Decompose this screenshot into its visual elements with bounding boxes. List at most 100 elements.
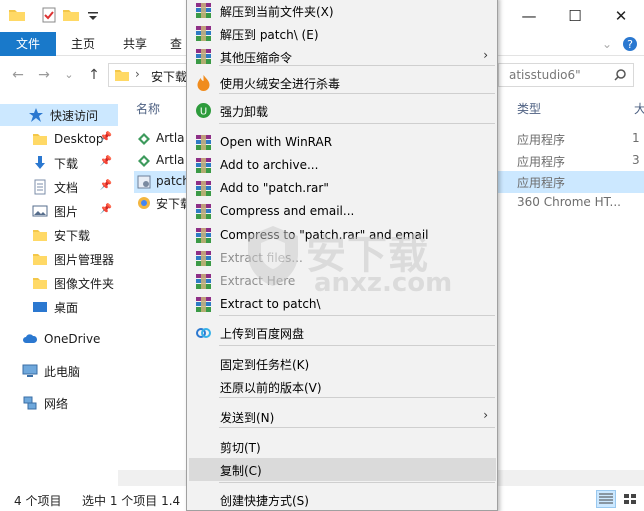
column-header-size[interactable]: 大 — [634, 100, 644, 117]
customize-dropdown-icon[interactable] — [84, 6, 102, 24]
huorong-icon — [195, 74, 212, 91]
close-button[interactable]: ✕ — [598, 0, 644, 32]
winrar-icon — [195, 296, 212, 313]
network-icon — [23, 396, 37, 410]
tab-home[interactable]: 主页 — [60, 32, 106, 56]
column-header-type[interactable]: 类型 — [517, 100, 541, 117]
item-count: 4 个项目 — [14, 494, 62, 508]
path-separator: › — [135, 67, 140, 81]
pin-icon: 📌 — [99, 180, 112, 191]
menu-item[interactable]: 解压到 patch\ (E) — [189, 22, 496, 45]
minimize-button[interactable]: — — [506, 0, 552, 32]
winrar-icon — [195, 250, 212, 267]
properties-icon[interactable] — [40, 6, 58, 24]
nav-label: 快速访问 — [50, 108, 99, 123]
details-view-button[interactable] — [596, 490, 616, 508]
menu-item[interactable]: 上传到百度网盘 — [189, 321, 496, 344]
menu-item[interactable]: Compress and email... — [189, 200, 496, 223]
maximize-button[interactable]: ☐ — [552, 0, 598, 32]
menu-item-label: Extract files... — [220, 251, 303, 265]
winrar-icon — [195, 25, 212, 42]
menu-item[interactable]: 其他压缩命令 › — [189, 45, 496, 68]
help-icon[interactable]: ? — [620, 32, 640, 56]
new-folder-icon[interactable] — [62, 6, 80, 24]
menu-item-label: 创建快捷方式(S) — [220, 494, 309, 508]
nav-downloads[interactable]: 下载 📌 — [0, 152, 118, 174]
menu-item[interactable]: Add to "patch.rar" — [189, 177, 496, 200]
up-button[interactable]: ↑ — [84, 65, 104, 85]
nav-documents[interactable]: 文档 📌 — [0, 176, 118, 198]
nav-onedrive[interactable]: OneDrive — [0, 328, 118, 350]
back-button[interactable]: ← — [8, 65, 28, 85]
nav-folder-anxiazai[interactable]: 安下载 — [0, 224, 118, 246]
submenu-arrow-icon: › — [483, 408, 488, 422]
menu-item[interactable]: Add to archive... — [189, 154, 496, 177]
folder-icon — [33, 230, 47, 241]
file-size: 1 — [632, 131, 640, 145]
menu-item[interactable]: Open with WinRAR — [189, 131, 496, 154]
nav-folder-images[interactable]: 图像文件夹 — [0, 272, 118, 294]
nav-label: OneDrive — [44, 332, 101, 346]
nav-label: 图片 — [54, 204, 79, 219]
recent-locations-button[interactable]: ⌄ — [62, 65, 76, 85]
nav-desktop[interactable]: Desktop 📌 — [0, 128, 118, 150]
navigation-pane: 快速访问 Desktop 📌 下载 📌 文档 📌 图片 📌 安下载 图片管理器 … — [0, 92, 118, 484]
nav-quick-access[interactable]: 快速访问 — [0, 104, 118, 126]
desktop-icon — [33, 302, 47, 312]
nav-folder-picture-manager[interactable]: 图片管理器 — [0, 248, 118, 270]
column-header-name[interactable]: 名称 — [136, 100, 160, 117]
menu-item[interactable]: 发送到(N) › — [189, 405, 496, 428]
details-view-icon — [599, 493, 613, 504]
nav-desktop-cn[interactable]: 桌面 — [0, 296, 118, 318]
nav-label: 下载 — [54, 156, 79, 171]
menu-item[interactable]: 使用火绒安全进行杀毒 — [189, 71, 496, 94]
menu-item[interactable]: 创建快捷方式(S) — [189, 488, 496, 510]
tab-share[interactable]: 共享 — [112, 32, 158, 56]
menu-item[interactable]: 还原以前的版本(V) — [189, 375, 496, 398]
nav-label: 图像文件夹 — [54, 276, 115, 291]
menu-item-label: Open with WinRAR — [220, 135, 333, 149]
menu-item[interactable]: Extract to patch\ — [189, 293, 496, 316]
file-type: 360 Chrome HT... — [517, 195, 621, 209]
menu-item[interactable]: U 强力卸载 — [189, 99, 496, 122]
menu-item[interactable]: 固定到任务栏(K) — [189, 352, 496, 375]
menu-item[interactable]: Compress to "patch.rar" and email — [189, 224, 496, 247]
menu-separator — [219, 345, 495, 346]
nav-network[interactable]: 网络 — [0, 392, 118, 414]
search-input[interactable]: atisstudio6" — [498, 63, 634, 87]
winrar-icon — [195, 273, 212, 290]
forward-button[interactable]: → — [34, 65, 54, 85]
breadcrumb[interactable]: 安下载 — [151, 68, 187, 85]
menu-item-label: 固定到任务栏(K) — [220, 358, 310, 372]
tab-file[interactable]: 文件 — [0, 32, 56, 56]
menu-item[interactable]: 剪切(T) — [189, 435, 496, 458]
menu-item-label: 强力卸载 — [220, 105, 269, 119]
folder-icon — [33, 134, 47, 145]
large-icons-view-button[interactable] — [620, 490, 640, 508]
winrar-icon — [195, 203, 212, 220]
winrar-icon — [195, 227, 212, 244]
search-icon[interactable] — [613, 68, 627, 82]
nav-pictures[interactable]: 图片 📌 — [0, 200, 118, 222]
pin-icon: 📌 — [99, 132, 112, 143]
file-type: 应用程序 — [517, 155, 566, 169]
nav-this-pc[interactable]: 此电脑 — [0, 360, 118, 382]
winrar-icon — [195, 134, 212, 151]
menu-item-label: 使用火绒安全进行杀毒 — [220, 77, 341, 91]
nav-label: 桌面 — [54, 300, 79, 315]
menu-item[interactable]: 复制(C) — [189, 458, 496, 481]
menu-item-label: Extract Here — [220, 274, 296, 288]
pin-icon: 📌 — [99, 156, 112, 167]
menu-item-label: Compress to "patch.rar" and email — [220, 228, 429, 242]
picture-icon — [32, 205, 48, 217]
folder-icon[interactable] — [8, 6, 26, 24]
ribbon-collapse-icon[interactable]: ⌄ — [598, 32, 616, 56]
menu-item-label: 复制(C) — [220, 464, 262, 478]
menu-item[interactable]: 解压到当前文件夹(X) — [189, 0, 496, 22]
folder-icon — [115, 70, 129, 81]
tab-view[interactable]: 查 — [166, 32, 186, 56]
pin-icon: 📌 — [99, 204, 112, 215]
file-type: 应用程序 — [517, 133, 566, 147]
search-placeholder: atisstudio6" — [509, 68, 581, 82]
file-name: Artla — [156, 131, 185, 145]
